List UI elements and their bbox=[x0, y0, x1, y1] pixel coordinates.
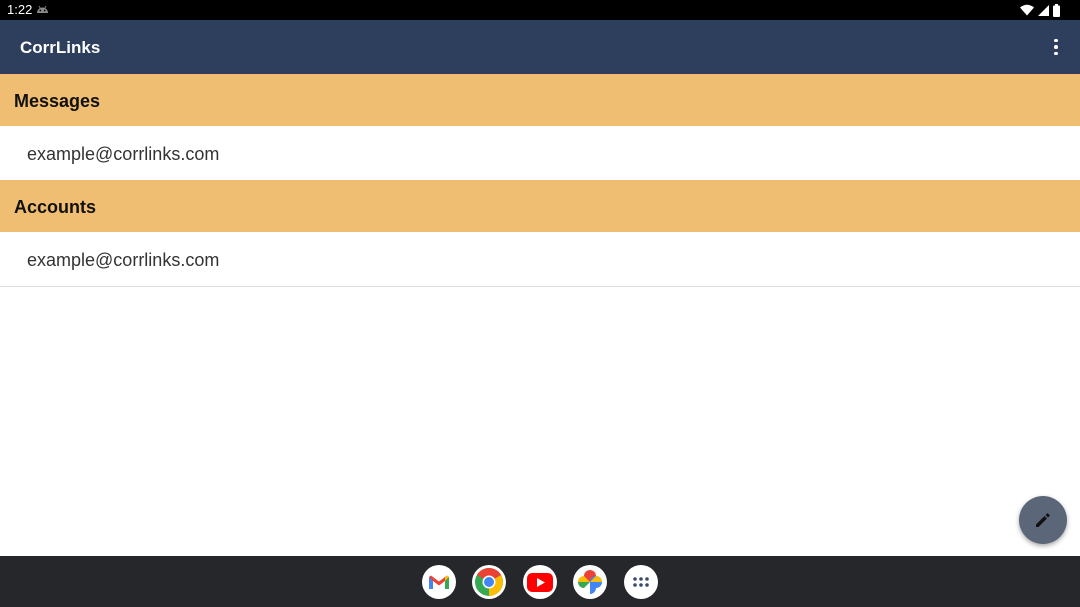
list-divider bbox=[0, 286, 1080, 287]
app-bar: CorrLinks bbox=[0, 20, 1080, 74]
gmail-icon[interactable] bbox=[422, 565, 456, 599]
chrome-icon[interactable] bbox=[472, 565, 506, 599]
status-indicators bbox=[1020, 3, 1060, 17]
pencil-icon bbox=[1036, 513, 1050, 527]
battery-icon bbox=[1053, 3, 1060, 17]
messages-item-label: example@corrlinks.com bbox=[27, 144, 220, 164]
taskbar bbox=[0, 556, 1080, 607]
wifi-icon bbox=[1020, 4, 1034, 16]
android-robot-icon bbox=[37, 5, 48, 13]
messages-section-header: Messages bbox=[0, 74, 1080, 126]
cell-signal-icon bbox=[1038, 4, 1049, 16]
status-time: 1:22 bbox=[7, 2, 33, 17]
accounts-header-label: Accounts bbox=[14, 197, 97, 217]
compose-button[interactable] bbox=[1019, 496, 1067, 544]
messages-header-label: Messages bbox=[14, 91, 101, 111]
app-drawer-icon[interactable] bbox=[624, 565, 658, 599]
youtube-icon[interactable] bbox=[523, 565, 557, 599]
status-bar: 1:22 bbox=[0, 0, 1080, 20]
accounts-item-label: example@corrlinks.com bbox=[27, 250, 220, 270]
photos-icon[interactable] bbox=[573, 565, 607, 599]
overflow-menu-icon[interactable] bbox=[1044, 34, 1068, 60]
messages-list-item[interactable]: example@corrlinks.com bbox=[0, 126, 1080, 180]
app-title: CorrLinks bbox=[20, 38, 101, 57]
accounts-list-item[interactable]: example@corrlinks.com bbox=[0, 232, 1080, 286]
accounts-section-header: Accounts bbox=[0, 180, 1080, 232]
screen: 1:22 CorrLinks Messages example@corrlink… bbox=[0, 0, 1080, 607]
